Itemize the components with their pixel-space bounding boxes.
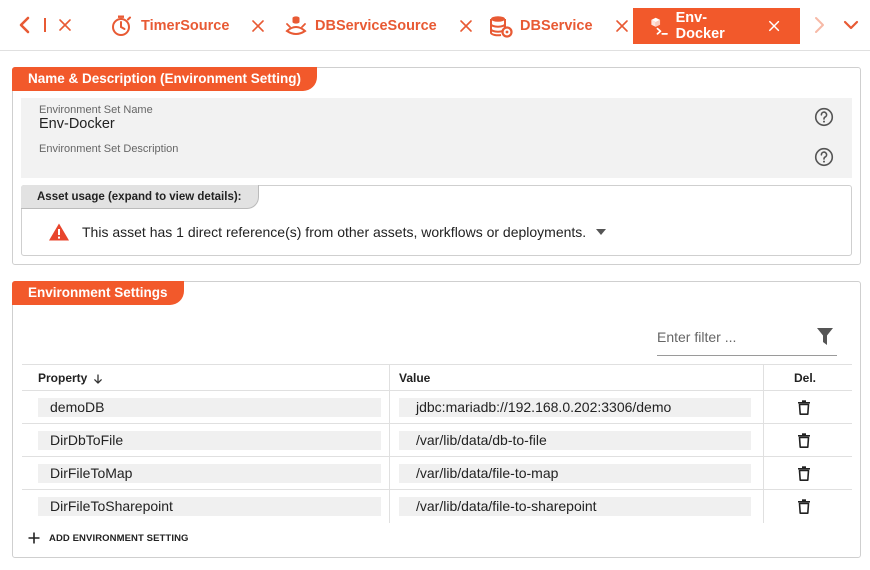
environment-settings-table: Property Value Del. demoDB jdbc:mariadb:… [22, 364, 852, 523]
env-docker-icon [651, 17, 668, 35]
property-input[interactable]: demoDB [38, 398, 381, 417]
delete-column-header: Del. [794, 371, 817, 385]
property-column-header[interactable]: Property [38, 365, 103, 392]
tab-env-docker[interactable]: Env-Docker [633, 8, 800, 44]
filter-icon[interactable] [817, 328, 833, 346]
timer-icon [112, 15, 131, 36]
warning-icon [49, 223, 69, 241]
value-column-header: Value [399, 371, 431, 385]
chevron-left-icon[interactable] [14, 14, 36, 36]
panel-title: Environment Settings [12, 281, 184, 305]
property-input[interactable]: DirDbToFile [38, 431, 381, 450]
name-description-panel: Name & Description (Environment Setting)… [12, 67, 861, 265]
filter-field [657, 320, 837, 356]
column-label: Property [38, 371, 88, 385]
tab-timer-source[interactable]: TimerSource [109, 8, 265, 44]
help-icon[interactable] [814, 147, 834, 167]
db-service-source-icon [285, 16, 307, 35]
asset-usage-expander[interactable]: This asset has 1 direct reference(s) fro… [48, 222, 607, 242]
field-label: Environment Set Name [39, 104, 153, 116]
close-icon[interactable] [615, 19, 629, 33]
field-label: Environment Set Description [39, 143, 179, 155]
asset-usage-header: Asset usage (expand to view details): [21, 185, 259, 209]
table-header: Property Value Del. [22, 364, 852, 391]
table-row: DirDbToFile /var/lib/data/db-to-file [22, 424, 852, 457]
trash-icon[interactable] [797, 466, 811, 481]
help-icon[interactable] [814, 107, 834, 127]
value-input[interactable]: /var/lib/data/file-to-sharepoint [399, 497, 751, 516]
add-environment-setting-button[interactable]: ADD ENVIRONMENT SETTING [28, 532, 189, 544]
trash-icon[interactable] [797, 499, 811, 514]
value-input[interactable]: jdbc:mariadb://192.168.0.202:3306/demo [399, 398, 751, 417]
asset-usage-box: Asset usage (expand to view details): Th… [21, 185, 852, 256]
chevron-down-icon[interactable] [840, 14, 862, 36]
property-input[interactable]: DirFileToSharepoint [38, 497, 381, 516]
trash-icon[interactable] [797, 433, 811, 448]
table-row: DirFileToMap /var/lib/data/file-to-map [22, 457, 852, 490]
tab-label: DBServiceSource [315, 18, 437, 34]
trash-icon[interactable] [797, 400, 811, 415]
close-icon[interactable] [768, 19, 780, 33]
db-service-icon [490, 16, 513, 38]
tab-label: DBService [520, 18, 593, 34]
tab-separator [44, 18, 46, 32]
tab-label: TimerSource [141, 18, 230, 34]
value-input[interactable]: /var/lib/data/db-to-file [399, 431, 751, 450]
add-setting-label: ADD ENVIRONMENT SETTING [49, 532, 189, 544]
property-input[interactable]: DirFileToMap [38, 464, 381, 483]
table-row: demoDB jdbc:mariadb://192.168.0.202:3306… [22, 391, 852, 424]
tab-db-service[interactable]: DBService [488, 8, 629, 44]
value-input[interactable]: /var/lib/data/file-to-map [399, 464, 751, 483]
close-icon[interactable] [459, 19, 473, 33]
environment-set-description-field[interactable]: Environment Set Description [21, 138, 852, 178]
close-icon[interactable] [251, 19, 265, 33]
tab-db-service-source[interactable]: DBServiceSource [283, 8, 473, 44]
environment-set-name-field[interactable]: Environment Set Name Env-Docker [21, 98, 852, 138]
chevron-right-icon[interactable] [808, 14, 830, 36]
tab-label: Env-Docker [675, 10, 725, 42]
plus-icon [28, 532, 40, 544]
caret-down-icon[interactable] [596, 229, 607, 235]
arrow-down-icon[interactable] [93, 373, 103, 384]
close-icon[interactable] [57, 17, 73, 33]
environment-settings-panel: Environment Settings Property Value Del.… [12, 281, 861, 558]
table-row: DirFileToSharepoint /var/lib/data/file-t… [22, 490, 852, 523]
tab-bar: TimerSource DBServiceSource DBService En… [0, 0, 870, 51]
environment-set-name-value[interactable]: Env-Docker [39, 116, 115, 132]
panel-title: Name & Description (Environment Setting) [12, 67, 318, 91]
asset-usage-message: This asset has 1 direct reference(s) fro… [82, 224, 587, 240]
filter-input[interactable] [657, 324, 807, 350]
